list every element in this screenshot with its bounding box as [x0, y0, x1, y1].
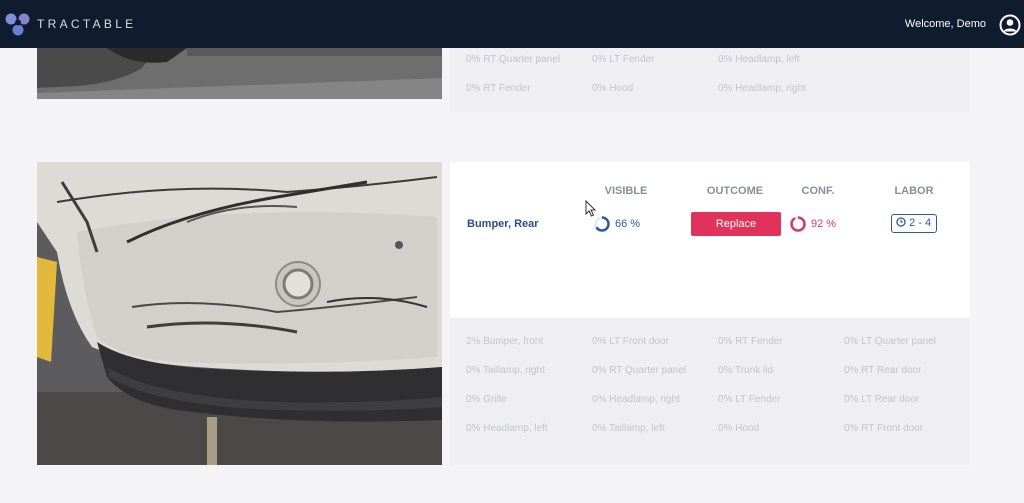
welcome-text: Welcome, Demo: [904, 18, 986, 30]
visible-progress-ring: [594, 216, 610, 232]
other-part: 0% RT Rear door: [844, 365, 922, 376]
other-part: 0% Trunk lid: [718, 365, 774, 376]
brand-name: TRACTABLE: [37, 17, 137, 31]
other-part: 0% LT Rear door: [844, 394, 920, 405]
tractable-logo-icon[interactable]: [4, 11, 32, 39]
confidence-ring: [790, 216, 806, 232]
part-name[interactable]: Bumper, Rear: [467, 218, 539, 230]
damage-photo-1[interactable]: [37, 48, 442, 99]
labor-badge[interactable]: 2 - 4: [891, 214, 937, 233]
other-part: 2% Bumper, front: [466, 336, 544, 347]
user-circle-icon[interactable]: [999, 14, 1021, 36]
other-part: 0% Hood: [592, 83, 634, 94]
other-part: 0% RT Quarter panel: [466, 54, 561, 65]
damage-photo-bumper-rear[interactable]: [37, 162, 442, 465]
col-header-outcome: OUTCOME: [706, 185, 764, 197]
other-part: 0% Taillamp, right: [466, 365, 545, 376]
other-part: 0% LT Quarter panel: [844, 336, 936, 347]
mouse-cursor-icon: [585, 200, 597, 217]
other-part: 0% Headlamp, left: [466, 423, 548, 434]
visible-percent: 66 %: [615, 218, 641, 230]
other-part: 0% Headlamp, right: [592, 394, 680, 405]
other-part: 0% Grille: [466, 394, 507, 405]
top-bar: TRACTABLE Welcome, Demo: [0, 0, 1024, 48]
confidence-percent: 92 %: [811, 218, 837, 230]
other-part: 0% LT Fender: [718, 394, 781, 405]
col-header-visible: VISIBLE: [604, 185, 648, 197]
other-part: 0% RT Front door: [844, 423, 924, 434]
labor-hours: 2 - 4: [909, 217, 932, 229]
other-part: 0% LT Fender: [592, 54, 655, 65]
other-part: 0% RT Fender: [718, 336, 783, 347]
col-header-conf: CONF.: [801, 185, 835, 197]
other-part: 0% Taillamp, left: [592, 423, 665, 434]
other-part: 0% Headlamp, left: [718, 54, 800, 65]
other-part: 0% LT Front door: [592, 336, 669, 347]
replace-button[interactable]: Replace: [691, 212, 781, 236]
other-part: 0% Hood: [718, 423, 760, 434]
clock-icon: [896, 217, 906, 227]
col-header-labor: LABOR: [894, 185, 934, 197]
other-part: 0% RT Fender: [466, 83, 531, 94]
other-part: 0% RT Quarter panel: [592, 365, 687, 376]
other-part: 0% Headlamp, right: [718, 83, 806, 94]
